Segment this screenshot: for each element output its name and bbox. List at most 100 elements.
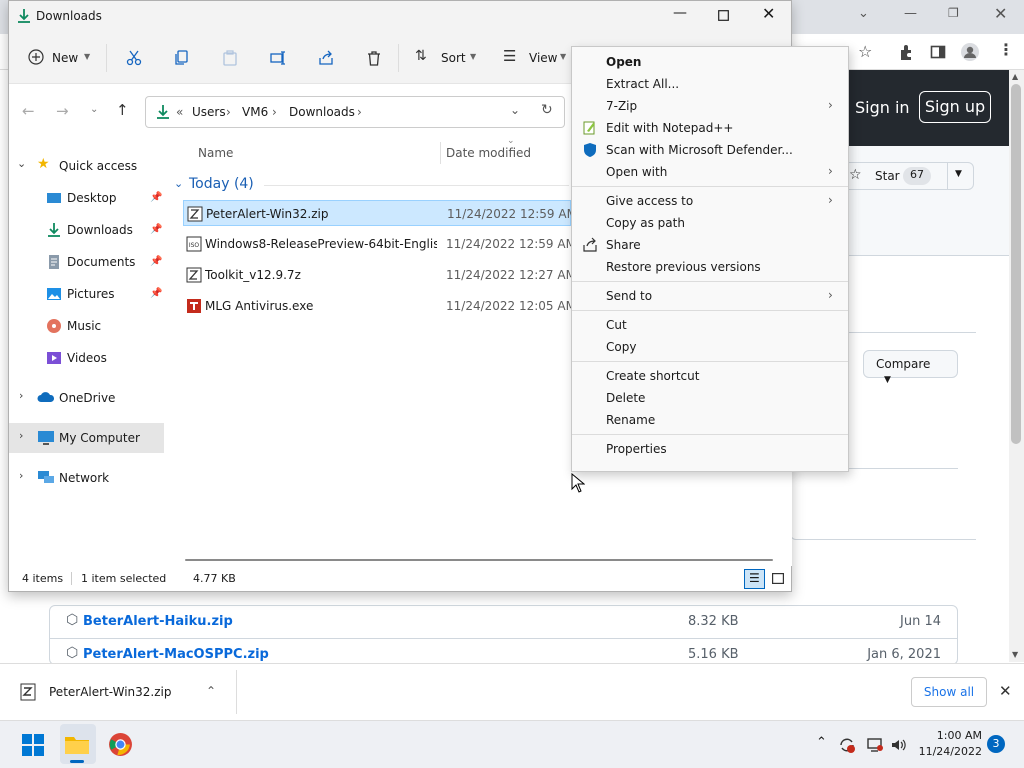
pin-icon[interactable]: 📌 <box>150 224 162 236</box>
context-menu-item-share[interactable]: Share <box>572 234 848 256</box>
restore-icon[interactable]: ❐ <box>948 6 959 20</box>
context-menu-item-7-zip[interactable]: 7-Zip › <box>572 95 848 117</box>
breadcrumb-overflow[interactable]: « <box>176 105 183 119</box>
context-menu-item-open-with[interactable]: Open with › <box>572 161 848 183</box>
profile-avatar-icon[interactable] <box>960 42 980 62</box>
back-arrow-icon[interactable]: ← <box>22 102 35 120</box>
file-row-peteralert-win32[interactable]: PeterAlert-Win32.zip 11/24/2022 12:59 AM <box>183 200 577 226</box>
nav-network[interactable]: › Network <box>9 463 164 493</box>
copy-icon[interactable] <box>174 50 190 66</box>
breadcrumb-downloads[interactable]: Downloads <box>289 105 355 119</box>
context-menu-item-copy-as-path[interactable]: Copy as path <box>572 212 848 234</box>
nav-pictures[interactable]: Pictures 📌 <box>9 279 164 309</box>
context-menu-item-restore-previous-versions[interactable]: Restore previous versions <box>572 256 848 278</box>
pin-icon[interactable]: 📌 <box>150 192 162 204</box>
column-header-name[interactable]: Name <box>198 146 233 160</box>
rename-icon[interactable] <box>270 50 286 66</box>
star-button[interactable]: ☆ Star 67 ▼ <box>836 162 974 190</box>
sort-button[interactable]: ⇅ Sort ▼ <box>415 46 479 70</box>
delete-icon[interactable] <box>366 50 382 66</box>
context-menu-item-create-shortcut[interactable]: Create shortcut <box>572 365 848 387</box>
windows-start-icon[interactable] <box>21 733 45 757</box>
clock-date[interactable]: 11/24/2022 <box>912 745 982 758</box>
context-menu-item-scan-with-microsoft-defender[interactable]: Scan with Microsoft Defender... <box>572 139 848 161</box>
sign-in-link[interactable]: Sign in <box>855 98 910 117</box>
asset-row[interactable]: ⬡ BeterAlert-Haiku.zip 8.32 KB Jun 14 <box>50 606 957 639</box>
cut-icon[interactable] <box>126 50 142 66</box>
chevron-right-icon[interactable]: › <box>19 469 23 482</box>
file-explorer-icon[interactable] <box>64 732 90 756</box>
refresh-icon[interactable]: ↻ <box>541 102 553 118</box>
asset-name[interactable]: BeterAlert-Haiku.zip <box>83 614 233 629</box>
forward-arrow-icon[interactable]: → <box>56 102 69 120</box>
view-button[interactable]: ☰ View ▼ <box>503 46 569 70</box>
chevron-down-icon[interactable]: ⌄ <box>17 157 26 170</box>
context-menu-item-send-to[interactable]: Send to › <box>572 285 848 307</box>
chevron-up-icon[interactable]: ⌃ <box>816 735 827 750</box>
column-divider[interactable] <box>440 142 441 164</box>
breadcrumb-users[interactable]: Users <box>192 105 226 119</box>
chevron-right-icon[interactable]: › <box>19 429 23 442</box>
context-menu-item-delete[interactable]: Delete <box>572 387 848 409</box>
scrollbar-thumb[interactable] <box>1011 84 1021 444</box>
nav-my-computer[interactable]: › My Computer <box>9 423 164 453</box>
nav-videos[interactable]: Videos <box>9 343 164 373</box>
minimize-icon[interactable]: — <box>673 5 687 21</box>
sign-up-button[interactable]: Sign up <box>919 91 991 123</box>
context-menu-item-edit-with-notepad[interactable]: Edit with Notepad++ <box>572 117 848 139</box>
details-view-button[interactable]: ☰ <box>744 569 765 589</box>
context-menu-item-copy[interactable]: Copy <box>572 336 848 358</box>
extensions-icon[interactable] <box>898 44 914 60</box>
tiles-view-button[interactable] <box>768 569 788 589</box>
bookmark-star-icon[interactable]: ☆ <box>858 42 872 61</box>
compare-button[interactable]: Compare ▼ <box>863 350 958 385</box>
file-row-mlg-antivirus[interactable]: MLG Antivirus.exe 11/24/2022 12:05 AM <box>183 293 576 319</box>
recent-locations-icon[interactable]: ⌄ <box>90 104 98 115</box>
context-menu-item-properties[interactable]: Properties <box>572 438 848 460</box>
volume-icon[interactable] <box>890 737 908 753</box>
close-icon[interactable]: ✕ <box>762 4 775 23</box>
minimize-icon[interactable]: — <box>904 6 917 21</box>
chevron-down-icon[interactable]: ⌄ <box>174 177 183 190</box>
pin-icon[interactable]: 📌 <box>150 256 162 268</box>
nav-music[interactable]: Music <box>9 311 164 341</box>
chrome-icon[interactable] <box>108 732 133 757</box>
column-header-date-modified[interactable]: Date modified <box>446 146 531 160</box>
new-button[interactable]: New ▼ <box>28 46 94 70</box>
scroll-up-icon[interactable]: ▲ <box>1012 72 1018 81</box>
context-menu-item-extract-all[interactable]: Extract All... <box>572 73 848 95</box>
sync-alert-icon[interactable] <box>838 736 856 754</box>
network-icon[interactable] <box>866 737 884 753</box>
file-row-toolkit-7z[interactable]: Toolkit_v12.9.7z 11/24/2022 12:27 AM <box>183 262 576 288</box>
address-bar[interactable]: « Users › VM6 › Downloads › ⌄ ↻ <box>145 96 565 128</box>
up-arrow-icon[interactable]: ↑ <box>116 101 129 119</box>
nav-quick-access[interactable]: ⌄ ★ Quick access <box>9 151 164 181</box>
close-icon[interactable]: ✕ <box>994 4 1007 23</box>
clock-time[interactable]: 1:00 AM <box>920 729 982 742</box>
side-panel-icon[interactable] <box>930 44 946 60</box>
file-row-windows8-iso[interactable]: ISO Windows8-ReleasePreview-64bit-Englis… <box>183 231 576 257</box>
show-all-button[interactable]: Show all <box>911 677 987 707</box>
paste-icon[interactable] <box>222 50 238 66</box>
nav-onedrive[interactable]: › OneDrive <box>9 383 164 413</box>
chevron-down-icon[interactable]: ⌄ <box>858 6 869 21</box>
group-header-today[interactable]: ⌄ Today (4) <box>174 176 569 196</box>
notification-badge[interactable]: 3 <box>987 735 1005 753</box>
nav-downloads[interactable]: Downloads 📌 <box>9 215 164 245</box>
close-icon[interactable]: ✕ <box>999 682 1012 700</box>
scroll-down-icon[interactable]: ▼ <box>1012 650 1018 659</box>
pin-icon[interactable]: 📌 <box>150 288 162 300</box>
maximize-icon[interactable] <box>718 10 729 21</box>
chevron-up-icon[interactable]: ⌃ <box>206 684 216 698</box>
chevron-right-icon[interactable]: › <box>19 389 23 402</box>
asset-name[interactable]: PeterAlert-MacOSPPC.zip <box>83 647 269 662</box>
download-filename[interactable]: PeterAlert-Win32.zip <box>49 685 172 699</box>
context-menu-item-give-access-to[interactable]: Give access to › <box>572 190 848 212</box>
share-icon[interactable] <box>318 50 334 66</box>
nav-documents[interactable]: Documents 📌 <box>9 247 164 277</box>
nav-desktop[interactable]: Desktop 📌 <box>9 183 164 213</box>
caret-down-icon[interactable]: ▼ <box>955 169 962 179</box>
context-menu-item-rename[interactable]: Rename <box>572 409 848 431</box>
chevron-down-icon[interactable]: ⌄ <box>510 103 520 117</box>
context-menu-item-cut[interactable]: Cut <box>572 314 848 336</box>
